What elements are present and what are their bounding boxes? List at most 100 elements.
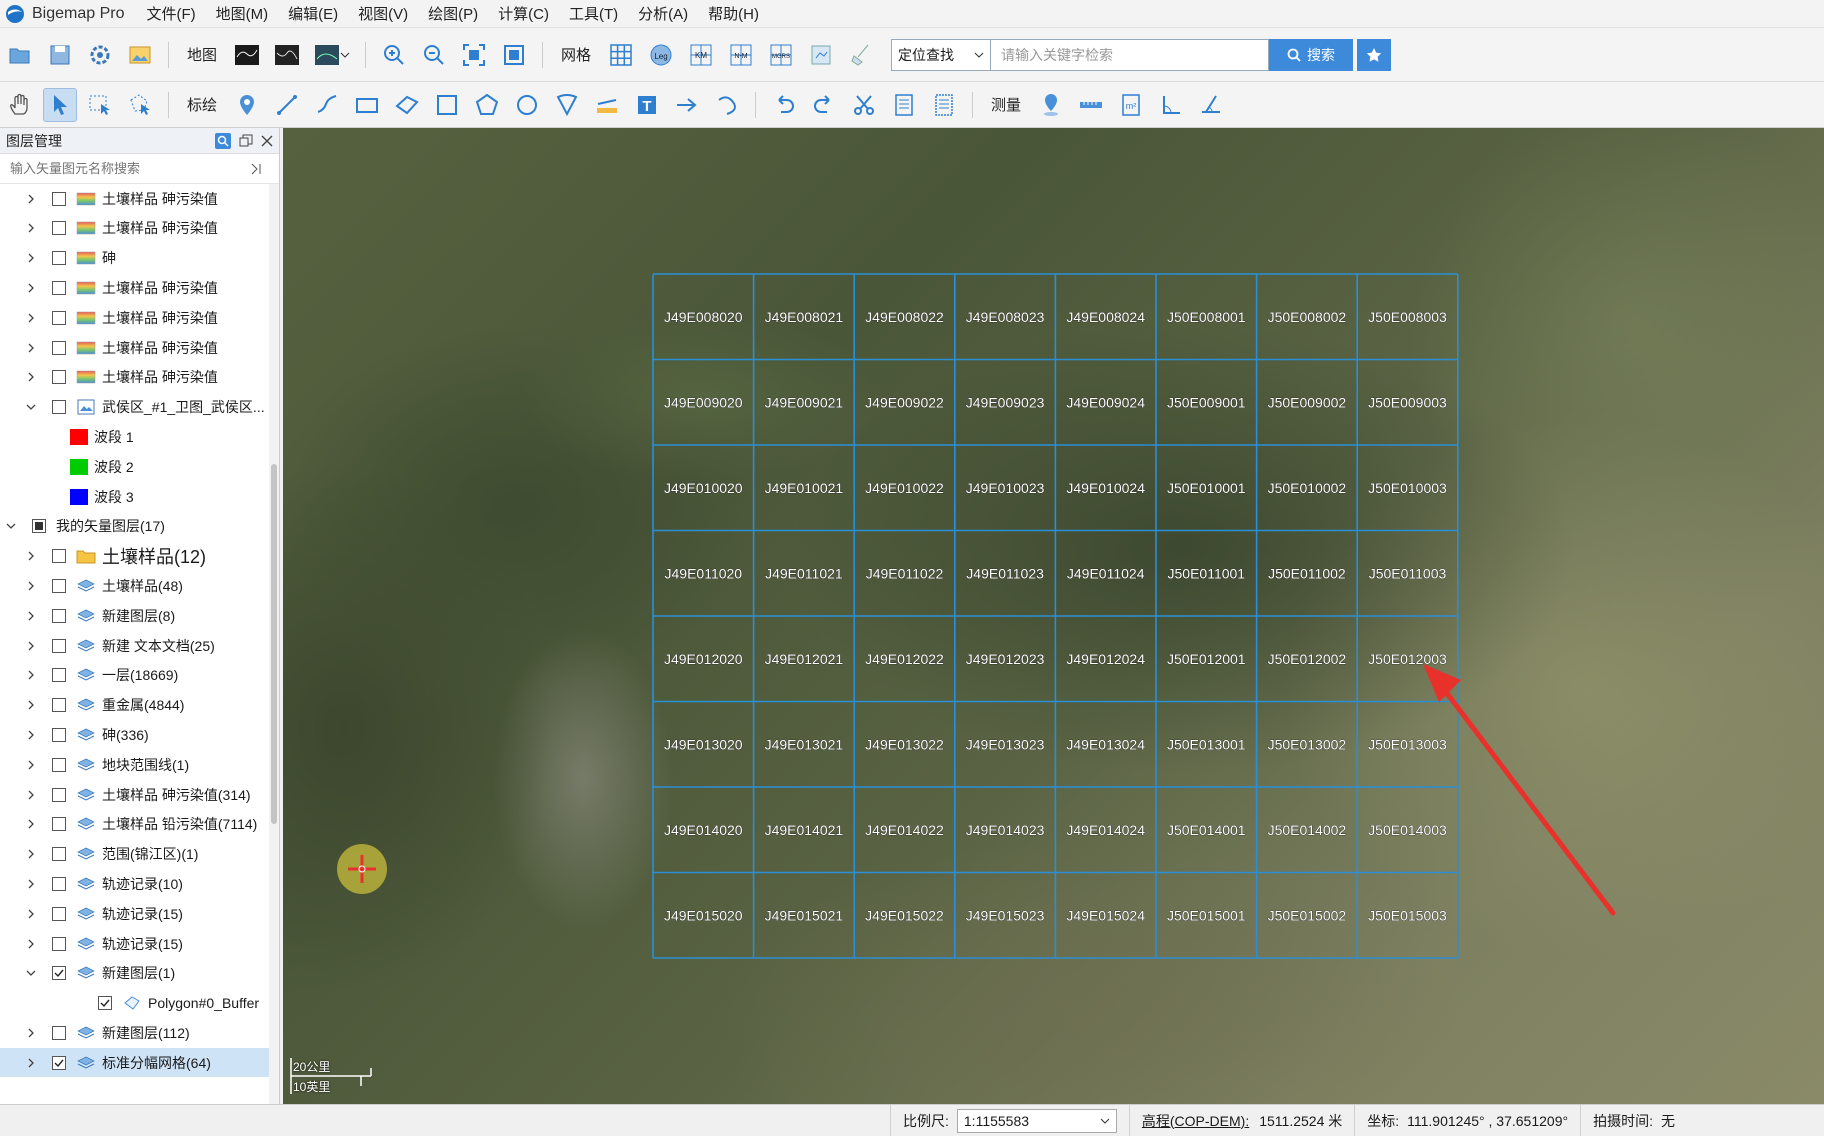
chevron-down-icon[interactable] [4,519,18,533]
chevron-down-icon[interactable] [24,400,38,414]
draw-curve-arrow-button[interactable] [710,88,744,122]
undo-button[interactable] [767,88,801,122]
zoom-out-button[interactable] [417,38,451,72]
measure-area-button[interactable]: m² [1114,88,1148,122]
chevron-down-icon[interactable] [24,966,38,980]
menu-tools[interactable]: 工具(T) [569,3,618,24]
chevron-right-icon[interactable] [24,788,38,802]
elevation-label[interactable]: 高程(COP-DEM): [1142,1111,1249,1131]
draw-sector-button[interactable] [550,88,584,122]
grid-cell-label[interactable]: J50E009001 [1167,394,1246,411]
chevron-right-icon[interactable] [24,907,38,921]
chevron-right-icon[interactable] [24,192,38,206]
draw-text-button[interactable]: T [630,88,664,122]
grid-cell-label[interactable]: J49E014020 [664,821,743,838]
grid-cell-label[interactable]: J49E009022 [865,394,944,411]
chevron-right-icon[interactable] [24,728,38,742]
zoom-in-button[interactable] [377,38,411,72]
layer-tree-row[interactable]: 波段 3 [0,482,270,511]
layer-visibility-checkbox[interactable] [52,370,66,385]
map-doc-button[interactable] [804,38,838,72]
grid-cell-label[interactable]: J49E014022 [865,821,944,838]
layer-tree-row[interactable]: 土壤样品 砷污染值 [0,214,270,243]
grid-cell-label[interactable]: J49E010024 [1066,479,1145,496]
grid-cell-label[interactable]: J50E014003 [1368,821,1447,838]
cut-button[interactable] [847,88,881,122]
polygon-select-button[interactable] [123,88,157,122]
grid-cell-label[interactable]: J49E013022 [865,736,944,753]
grid-cell-label[interactable]: J49E015020 [664,907,743,924]
draw-arrow-button[interactable] [670,88,704,122]
chevron-right-icon[interactable] [24,311,38,325]
grid-cell-label[interactable]: J50E010001 [1167,479,1246,496]
chevron-right-icon[interactable] [24,639,38,653]
layer-visibility-checkbox[interactable] [52,310,66,325]
settings-button[interactable] [83,38,117,72]
draw-pentagon-button[interactable] [470,88,504,122]
layer-tree-row[interactable]: 我的矢量图层(17) [0,512,270,541]
grid-cell-label[interactable]: J49E009020 [664,394,743,411]
chevron-right-icon[interactable] [24,1026,38,1040]
grid-cell-label[interactable]: J49E010022 [865,479,944,496]
layer-search-input[interactable] [0,154,250,183]
grid-cell-label[interactable]: J49E014023 [965,821,1045,838]
menu-calc[interactable]: 计算(C) [498,3,549,24]
layer-tree-row[interactable]: 土壤样品(12) [0,542,270,571]
layer-tree-row[interactable]: 土壤样品 砷污染值 [0,333,270,362]
grid-cell-label[interactable]: J49E013020 [664,736,743,753]
grid-cell-label[interactable]: J49E010020 [664,479,743,496]
fullscreen-button[interactable] [497,38,531,72]
grid-cell-label[interactable]: J49E012020 [664,650,743,667]
layer-visibility-checkbox[interactable] [52,817,66,832]
draw-square-button[interactable] [430,88,464,122]
grid-mgrs-button[interactable]: MGRS [764,38,798,72]
grid-cell-label[interactable]: J50E015002 [1267,907,1347,924]
chevron-right-icon[interactable] [24,817,38,831]
layer-visibility-checkbox[interactable] [52,936,66,951]
draw-curve-button[interactable] [310,88,344,122]
layer-visibility-checkbox[interactable] [52,280,66,295]
grid-cell-label[interactable]: J49E009021 [764,394,844,411]
save-button[interactable] [43,38,77,72]
grid-cell-label[interactable]: J49E012022 [865,650,944,667]
grid-cell-label[interactable]: J49E015022 [865,907,944,924]
layer-tree-row[interactable]: 土壤样品 砷污染值 [0,303,270,332]
grid-cell-label[interactable]: J50E011002 [1268,565,1346,582]
attribute-table-button[interactable] [887,88,921,122]
layer-visibility-checkbox[interactable] [52,1055,66,1070]
grid-cell-label[interactable]: J50E010002 [1267,479,1347,496]
basemap-thumb-2-button[interactable] [270,38,304,72]
layer-tree-row[interactable]: 土壤样品 砷污染值 [0,363,270,392]
chevron-right-icon[interactable] [24,847,38,861]
grid-cell-label[interactable]: J50E011003 [1368,565,1447,582]
layer-tree-row[interactable]: 范围(锦江区)(1) [0,840,270,869]
chevron-right-icon[interactable] [24,281,38,295]
grid-cell-label[interactable]: J49E012021 [764,650,844,667]
grid-cell-label[interactable]: J50E010003 [1368,479,1447,496]
chevron-right-icon[interactable] [24,668,38,682]
grid-cell-label[interactable]: J49E014024 [1066,821,1145,838]
menu-file[interactable]: 文件(F) [147,3,196,24]
layer-visibility-checkbox[interactable] [52,847,66,862]
layer-visibility-checkbox[interactable] [52,400,66,415]
measure-point-button[interactable] [1034,88,1068,122]
chevron-right-icon[interactable] [24,609,38,623]
chevron-right-icon[interactable] [24,579,38,593]
layer-visibility-checkbox[interactable] [52,668,66,683]
favorite-button[interactable] [1357,38,1392,71]
layer-tree-row[interactable]: 新建图层(8) [0,601,270,630]
layer-visibility-checkbox[interactable] [52,906,66,921]
chevron-right-icon[interactable] [24,937,38,951]
draw-ruler-button[interactable] [590,88,624,122]
grid-cell-label[interactable]: J49E011022 [865,565,944,582]
zoom-extent-button[interactable] [457,38,491,72]
grid-cell-label[interactable]: J49E009024 [1066,394,1145,411]
layer-visibility-checkbox[interactable] [52,191,66,206]
layer-visibility-checkbox[interactable] [52,1025,66,1040]
grid-cell-label[interactable]: J49E014021 [764,821,844,838]
layer-visibility-checkbox[interactable] [52,340,66,355]
grid-cell-label[interactable]: J50E013001 [1167,736,1246,753]
draw-marker-button[interactable] [230,88,264,122]
image-button[interactable] [123,38,157,72]
scale-select[interactable]: 1:1155583 [956,1108,1117,1133]
